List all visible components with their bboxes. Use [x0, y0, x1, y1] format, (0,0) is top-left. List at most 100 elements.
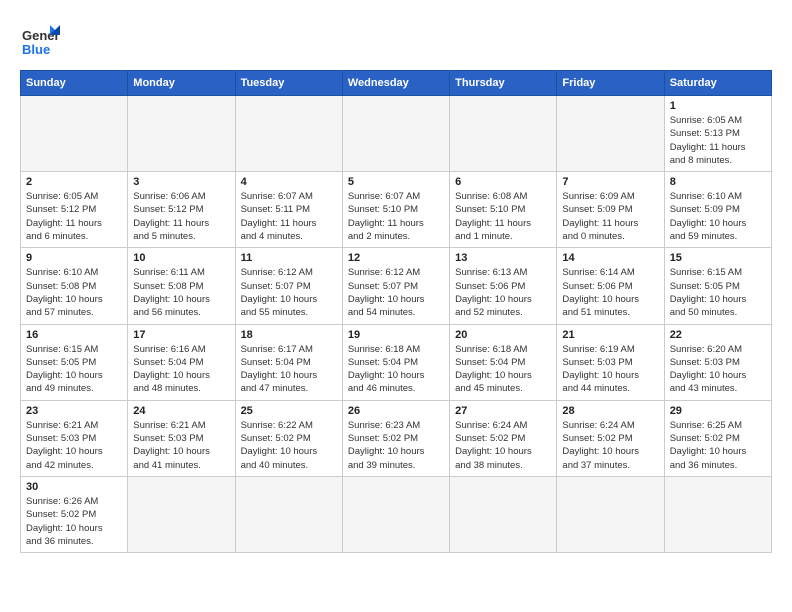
day-info: Sunrise: 6:17 AM Sunset: 5:04 PM Dayligh… — [241, 343, 337, 396]
calendar-day — [235, 96, 342, 172]
calendar-day: 6 Sunrise: 6:08 AM Sunset: 5:10 PM Daylig… — [450, 172, 557, 248]
day-info: Sunrise: 6:10 AM Sunset: 5:08 PM Dayligh… — [26, 266, 122, 319]
column-header-thursday: Thursday — [450, 71, 557, 96]
calendar-week-row: 1Sunrise: 6:05 AM Sunset: 5:13 PM Daylig… — [21, 96, 772, 172]
day-info: Sunrise: 6:24 AM Sunset: 5:02 PM Dayligh… — [562, 419, 658, 472]
day-number: 1 — [670, 100, 766, 112]
calendar-day: 23Sunrise: 6:21 AM Sunset: 5:03 PM Dayli… — [21, 400, 128, 476]
calendar-day: 20 Sunrise: 6:18 AM Sunset: 5:04 PM Dayli… — [450, 324, 557, 400]
calendar-day: 9 Sunrise: 6:10 AM Sunset: 5:08 PM Daylig… — [21, 248, 128, 324]
day-info: Sunrise: 6:18 AM Sunset: 5:04 PM Dayligh… — [348, 343, 444, 396]
day-info: Sunrise: 6:06 AM Sunset: 5:12 PM Dayligh… — [133, 190, 229, 243]
logo: General Blue — [20, 20, 66, 60]
calendar-day: 28 Sunrise: 6:24 AM Sunset: 5:02 PM Dayli… — [557, 400, 664, 476]
calendar-day: 15Sunrise: 6:15 AM Sunset: 5:05 PM Dayli… — [664, 248, 771, 324]
day-info: Sunrise: 6:21 AM Sunset: 5:03 PM Dayligh… — [133, 419, 229, 472]
calendar-day: 10Sunrise: 6:11 AM Sunset: 5:08 PM Dayli… — [128, 248, 235, 324]
calendar-day — [21, 96, 128, 172]
calendar-day — [128, 96, 235, 172]
calendar-day: 21 Sunrise: 6:19 AM Sunset: 5:03 PM Dayli… — [557, 324, 664, 400]
calendar-day: 22 Sunrise: 6:20 AM Sunset: 5:03 PM Dayli… — [664, 324, 771, 400]
day-info: Sunrise: 6:19 AM Sunset: 5:03 PM Dayligh… — [562, 343, 658, 396]
calendar-day — [450, 476, 557, 552]
calendar-day: 30 Sunrise: 6:26 AM Sunset: 5:02 PM Dayli… — [21, 476, 128, 552]
day-info: Sunrise: 6:07 AM Sunset: 5:10 PM Dayligh… — [348, 190, 444, 243]
column-header-friday: Friday — [557, 71, 664, 96]
calendar-day: 24 Sunrise: 6:21 AM Sunset: 5:03 PM Dayli… — [128, 400, 235, 476]
calendar-day: 11 Sunrise: 6:12 AM Sunset: 5:07 PM Dayli… — [235, 248, 342, 324]
day-info: Sunrise: 6:11 AM Sunset: 5:08 PM Dayligh… — [133, 266, 229, 319]
calendar-day — [664, 476, 771, 552]
calendar-day: 2 Sunrise: 6:05 AM Sunset: 5:12 PM Daylig… — [21, 172, 128, 248]
day-number: 19 — [348, 329, 444, 341]
day-number: 29 — [670, 405, 766, 417]
day-info: Sunrise: 6:18 AM Sunset: 5:04 PM Dayligh… — [455, 343, 551, 396]
calendar-day: 17Sunrise: 6:16 AM Sunset: 5:04 PM Dayli… — [128, 324, 235, 400]
day-number: 11 — [241, 252, 337, 264]
calendar-day: 27Sunrise: 6:24 AM Sunset: 5:02 PM Dayli… — [450, 400, 557, 476]
day-number: 16 — [26, 329, 122, 341]
day-number: 14 — [562, 252, 658, 264]
calendar-day — [342, 96, 449, 172]
day-number: 24 — [133, 405, 229, 417]
day-number: 22 — [670, 329, 766, 341]
day-number: 13 — [455, 252, 551, 264]
calendar-day: 3 Sunrise: 6:06 AM Sunset: 5:12 PM Daylig… — [128, 172, 235, 248]
calendar-day: 13Sunrise: 6:13 AM Sunset: 5:06 PM Dayli… — [450, 248, 557, 324]
calendar-week-row: 2 Sunrise: 6:05 AM Sunset: 5:12 PM Daylig… — [21, 172, 772, 248]
calendar-day: 18 Sunrise: 6:17 AM Sunset: 5:04 PM Dayli… — [235, 324, 342, 400]
calendar-week-row: 30 Sunrise: 6:26 AM Sunset: 5:02 PM Dayli… — [21, 476, 772, 552]
day-number: 26 — [348, 405, 444, 417]
day-number: 15 — [670, 252, 766, 264]
day-number: 30 — [26, 481, 122, 493]
day-info: Sunrise: 6:12 AM Sunset: 5:07 PM Dayligh… — [348, 266, 444, 319]
column-header-saturday: Saturday — [664, 71, 771, 96]
calendar-week-row: 16 Sunrise: 6:15 AM Sunset: 5:05 PM Dayli… — [21, 324, 772, 400]
calendar-header-row: SundayMondayTuesdayWednesdayThursdayFrid… — [21, 71, 772, 96]
day-number: 6 — [455, 176, 551, 188]
calendar-day: 25 Sunrise: 6:22 AM Sunset: 5:02 PM Dayli… — [235, 400, 342, 476]
calendar-day: 26Sunrise: 6:23 AM Sunset: 5:02 PM Dayli… — [342, 400, 449, 476]
day-info: Sunrise: 6:10 AM Sunset: 5:09 PM Dayligh… — [670, 190, 766, 243]
calendar-day: 29 Sunrise: 6:25 AM Sunset: 5:02 PM Dayli… — [664, 400, 771, 476]
day-info: Sunrise: 6:09 AM Sunset: 5:09 PM Dayligh… — [562, 190, 658, 243]
day-number: 27 — [455, 405, 551, 417]
day-number: 3 — [133, 176, 229, 188]
day-number: 28 — [562, 405, 658, 417]
day-info: Sunrise: 6:05 AM Sunset: 5:12 PM Dayligh… — [26, 190, 122, 243]
logo-icon: General Blue — [20, 20, 60, 60]
page-header: General Blue — [20, 20, 772, 60]
day-number: 8 — [670, 176, 766, 188]
calendar-day: 7 Sunrise: 6:09 AM Sunset: 5:09 PM Daylig… — [557, 172, 664, 248]
day-info: Sunrise: 6:22 AM Sunset: 5:02 PM Dayligh… — [241, 419, 337, 472]
day-number: 25 — [241, 405, 337, 417]
column-header-sunday: Sunday — [21, 71, 128, 96]
calendar-day: 8 Sunrise: 6:10 AM Sunset: 5:09 PM Daylig… — [664, 172, 771, 248]
day-info: Sunrise: 6:15 AM Sunset: 5:05 PM Dayligh… — [26, 343, 122, 396]
calendar-day: 4Sunrise: 6:07 AM Sunset: 5:11 PM Daylig… — [235, 172, 342, 248]
day-number: 18 — [241, 329, 337, 341]
day-info: Sunrise: 6:16 AM Sunset: 5:04 PM Dayligh… — [133, 343, 229, 396]
calendar-day: 12 Sunrise: 6:12 AM Sunset: 5:07 PM Dayli… — [342, 248, 449, 324]
calendar-day — [235, 476, 342, 552]
day-number: 20 — [455, 329, 551, 341]
calendar-table: SundayMondayTuesdayWednesdayThursdayFrid… — [20, 70, 772, 553]
calendar-day — [557, 476, 664, 552]
day-number: 21 — [562, 329, 658, 341]
day-info: Sunrise: 6:08 AM Sunset: 5:10 PM Dayligh… — [455, 190, 551, 243]
day-info: Sunrise: 6:25 AM Sunset: 5:02 PM Dayligh… — [670, 419, 766, 472]
calendar-day — [450, 96, 557, 172]
day-number: 12 — [348, 252, 444, 264]
calendar-day — [342, 476, 449, 552]
day-number: 9 — [26, 252, 122, 264]
day-info: Sunrise: 6:12 AM Sunset: 5:07 PM Dayligh… — [241, 266, 337, 319]
day-number: 7 — [562, 176, 658, 188]
day-info: Sunrise: 6:20 AM Sunset: 5:03 PM Dayligh… — [670, 343, 766, 396]
day-info: Sunrise: 6:26 AM Sunset: 5:02 PM Dayligh… — [26, 495, 122, 548]
calendar-week-row: 9 Sunrise: 6:10 AM Sunset: 5:08 PM Daylig… — [21, 248, 772, 324]
calendar-day: 16 Sunrise: 6:15 AM Sunset: 5:05 PM Dayli… — [21, 324, 128, 400]
calendar-day: 1Sunrise: 6:05 AM Sunset: 5:13 PM Daylig… — [664, 96, 771, 172]
day-number: 2 — [26, 176, 122, 188]
column-header-tuesday: Tuesday — [235, 71, 342, 96]
column-header-wednesday: Wednesday — [342, 71, 449, 96]
